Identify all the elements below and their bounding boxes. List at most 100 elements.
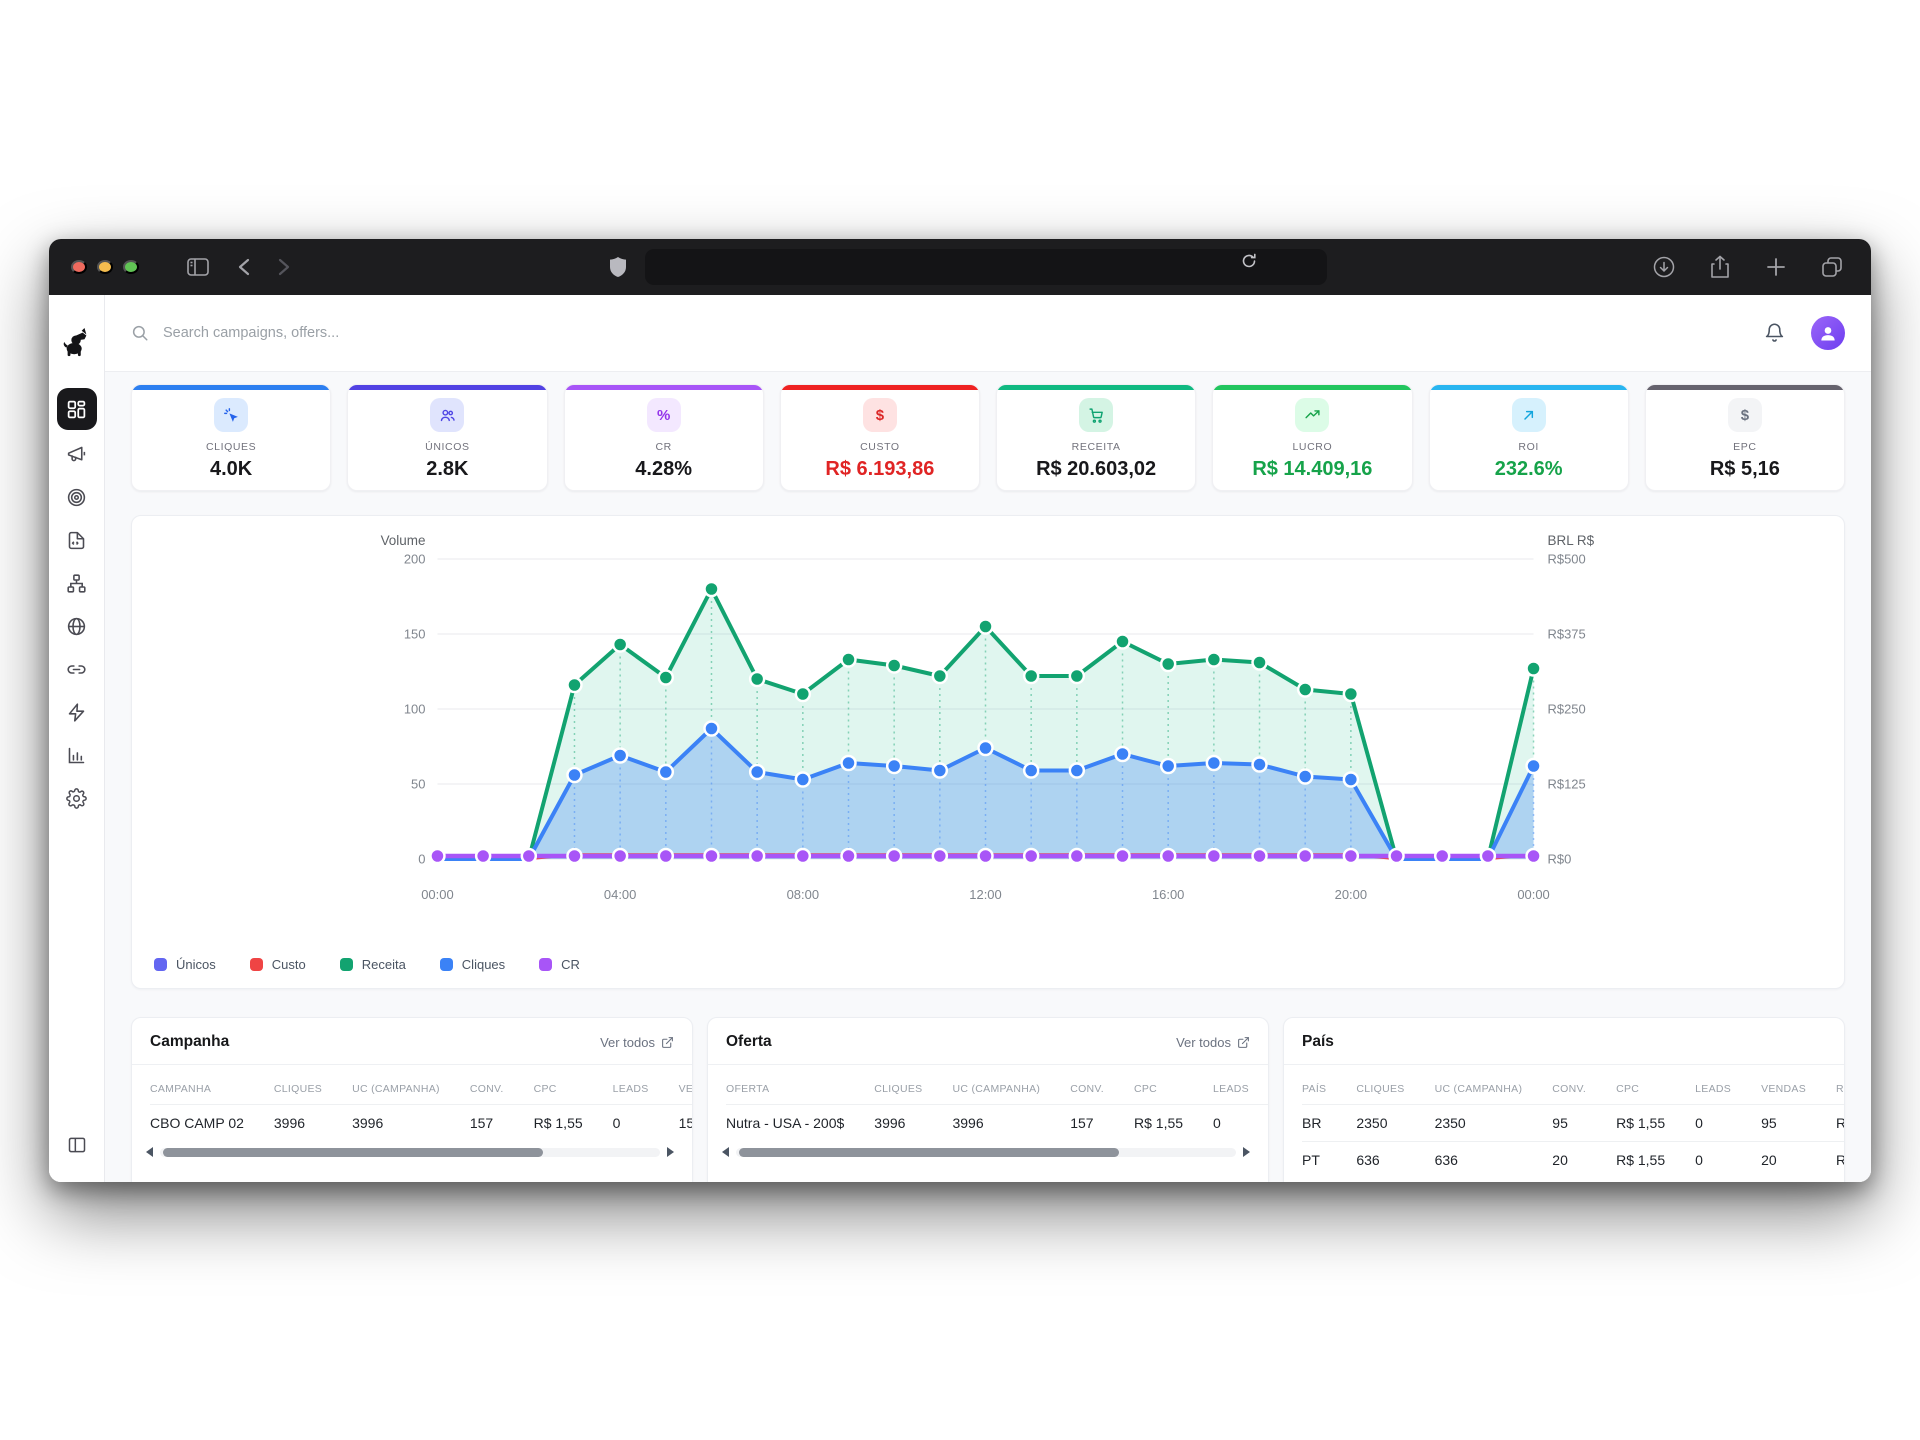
table-row[interactable]: Nutra - USA - 200$39963996157R$ 1,550157: [726, 1105, 1268, 1142]
sidebar-item-reports[interactable]: [58, 736, 96, 774]
scroll-left-icon[interactable]: [146, 1147, 153, 1157]
scroll-right-icon[interactable]: [1243, 1147, 1250, 1157]
zoom-window-button[interactable]: [123, 260, 139, 274]
pais-table-card: País PAÍSCLIQUESUC (CAMPANHA)CONV.CPCLEA…: [1283, 1017, 1845, 1182]
kpi-accent: [132, 385, 330, 390]
tab-overview-icon[interactable]: [1815, 252, 1849, 282]
forward-icon[interactable]: [267, 252, 301, 282]
svg-text:00:00: 00:00: [421, 887, 453, 902]
table-column-header: OFERTA: [726, 1075, 874, 1105]
table-row[interactable]: BR2350235095R$ 1,55095R$ 9.288,09: [1302, 1105, 1844, 1142]
sidebar-item-settings[interactable]: [58, 779, 96, 817]
scrollbar-thumb[interactable]: [739, 1148, 1119, 1157]
scroll-left-icon[interactable]: [722, 1147, 729, 1157]
table-column-header: CLIQUES: [1356, 1075, 1434, 1105]
sidebar-item-campaigns[interactable]: [58, 435, 96, 473]
kpi-row: CLIQUES 4.0K ÚNICOS 2.8K % CR: [131, 384, 1845, 491]
horizontal-scrollbar[interactable]: [722, 1147, 1250, 1157]
browser-sidebar-toggle-icon[interactable]: [181, 252, 215, 282]
table-cell: 157: [1070, 1105, 1134, 1142]
table-cell: 636: [1435, 1142, 1553, 1179]
table-column-header: PAÍS: [1302, 1075, 1356, 1105]
table-cell: CBO CAMP 02: [150, 1105, 274, 1142]
back-icon[interactable]: [227, 252, 261, 282]
svg-text:04:00: 04:00: [604, 887, 636, 902]
dog-logo-icon: [62, 327, 92, 362]
table-cell: BR: [1302, 1105, 1356, 1142]
sidebar-item-dashboard[interactable]: [57, 388, 97, 430]
kpi-value: 4.0K: [210, 458, 252, 481]
notifications-bell-icon[interactable]: [1764, 322, 1785, 344]
search-input[interactable]: [161, 324, 585, 342]
table-cell: Nutra - USA - 200$: [726, 1105, 874, 1142]
legend-item[interactable]: CR: [539, 957, 580, 972]
svg-text:BRL R$: BRL R$: [1548, 533, 1595, 548]
svg-text:R$250: R$250: [1548, 701, 1586, 716]
table-cell: 157: [679, 1105, 692, 1142]
privacy-shield-icon[interactable]: [601, 252, 635, 282]
table-column-header: CAMPANHA: [150, 1075, 274, 1105]
share-icon[interactable]: [1703, 252, 1737, 282]
table-row[interactable]: CBO CAMP 0239963996157R$ 1,550157R: [150, 1105, 692, 1142]
sidebar-item-targets[interactable]: [58, 478, 96, 516]
close-window-button[interactable]: [71, 260, 87, 274]
kpi-accent: [1213, 385, 1411, 390]
kpi-label: ÚNICOS: [425, 441, 469, 453]
scroll-right-icon[interactable]: [667, 1147, 674, 1157]
kpi-value: R$ 14.409,16: [1252, 458, 1372, 481]
legend-item[interactable]: Únicos: [154, 957, 216, 972]
svg-text:100: 100: [404, 701, 426, 716]
sidebar-item-structure[interactable]: [58, 564, 96, 602]
sidebar-item-domains[interactable]: [58, 607, 96, 645]
legend-item[interactable]: Custo: [250, 957, 306, 972]
table-column-header: CPC: [1616, 1075, 1695, 1105]
ver-todos-link[interactable]: Ver todos: [1176, 1035, 1250, 1050]
reload-icon[interactable]: [1241, 253, 1257, 274]
sidebar-item-automations[interactable]: [58, 693, 96, 731]
kpi-card-epc: $ EPC R$ 5,16: [1645, 384, 1845, 491]
table-cell: R$ 1,55: [534, 1105, 613, 1142]
svg-text:12:00: 12:00: [969, 887, 1001, 902]
kpi-value: R$ 20.603,02: [1036, 458, 1156, 481]
legend-item[interactable]: Cliques: [440, 957, 505, 972]
kpi-value: R$ 6.193,86: [825, 458, 934, 481]
svg-text:16:00: 16:00: [1152, 887, 1184, 902]
new-tab-icon[interactable]: [1759, 252, 1793, 282]
user-avatar[interactable]: [1811, 316, 1845, 350]
scrollbar-thumb[interactable]: [163, 1148, 543, 1157]
svg-text:50: 50: [411, 776, 425, 791]
cursor-click-icon: [214, 398, 248, 432]
kpi-value: R$ 5,16: [1710, 458, 1780, 481]
kpi-accent: [565, 385, 763, 390]
legend-label: Cliques: [462, 957, 505, 972]
browser-titlebar: [49, 239, 1871, 296]
campanha-table-card: Campanha Ver todos CAMPANHACLIQUESUC (CA…: [131, 1017, 693, 1182]
table-column-header: CONV.: [1070, 1075, 1134, 1105]
volume-chart-svg[interactable]: Volume200150100500BRL R$R$500R$375R$250R…: [132, 516, 1844, 988]
cart-icon: [1079, 398, 1113, 432]
collapse-sidebar-icon[interactable]: [58, 1126, 96, 1164]
table-cell: R$ 1,55: [1616, 1105, 1695, 1142]
app-root: CLIQUES 4.0K ÚNICOS 2.8K % CR: [49, 295, 1871, 1182]
horizontal-scrollbar[interactable]: [146, 1147, 674, 1157]
kpi-value: 4.28%: [635, 458, 692, 481]
ver-todos-link[interactable]: Ver todos: [600, 1035, 674, 1050]
dollar-icon: $: [1728, 398, 1762, 432]
svg-text:08:00: 08:00: [787, 887, 819, 902]
table-cell: R$ 3.484,10: [1836, 1142, 1844, 1179]
table-column-header: CONV.: [1552, 1075, 1616, 1105]
app-topbar: [105, 295, 1871, 372]
minimize-window-button[interactable]: [97, 260, 113, 274]
sidebar-item-links[interactable]: [58, 650, 96, 688]
sidebar: [49, 295, 105, 1182]
table-title: País: [1302, 1033, 1334, 1051]
svg-text:00:00: 00:00: [1517, 887, 1549, 902]
legend-item[interactable]: Receita: [340, 957, 406, 972]
url-bar[interactable]: [645, 249, 1327, 285]
table-row[interactable]: PT63663620R$ 1,55020R$ 3.484,10: [1302, 1142, 1844, 1179]
volume-chart-card: Volume200150100500BRL R$R$500R$375R$250R…: [131, 515, 1845, 989]
search-icon: [131, 324, 149, 342]
sidebar-item-code-files[interactable]: [58, 521, 96, 559]
kpi-card-receita: RECEITA R$ 20.603,02: [996, 384, 1196, 491]
downloads-icon[interactable]: [1647, 252, 1681, 282]
